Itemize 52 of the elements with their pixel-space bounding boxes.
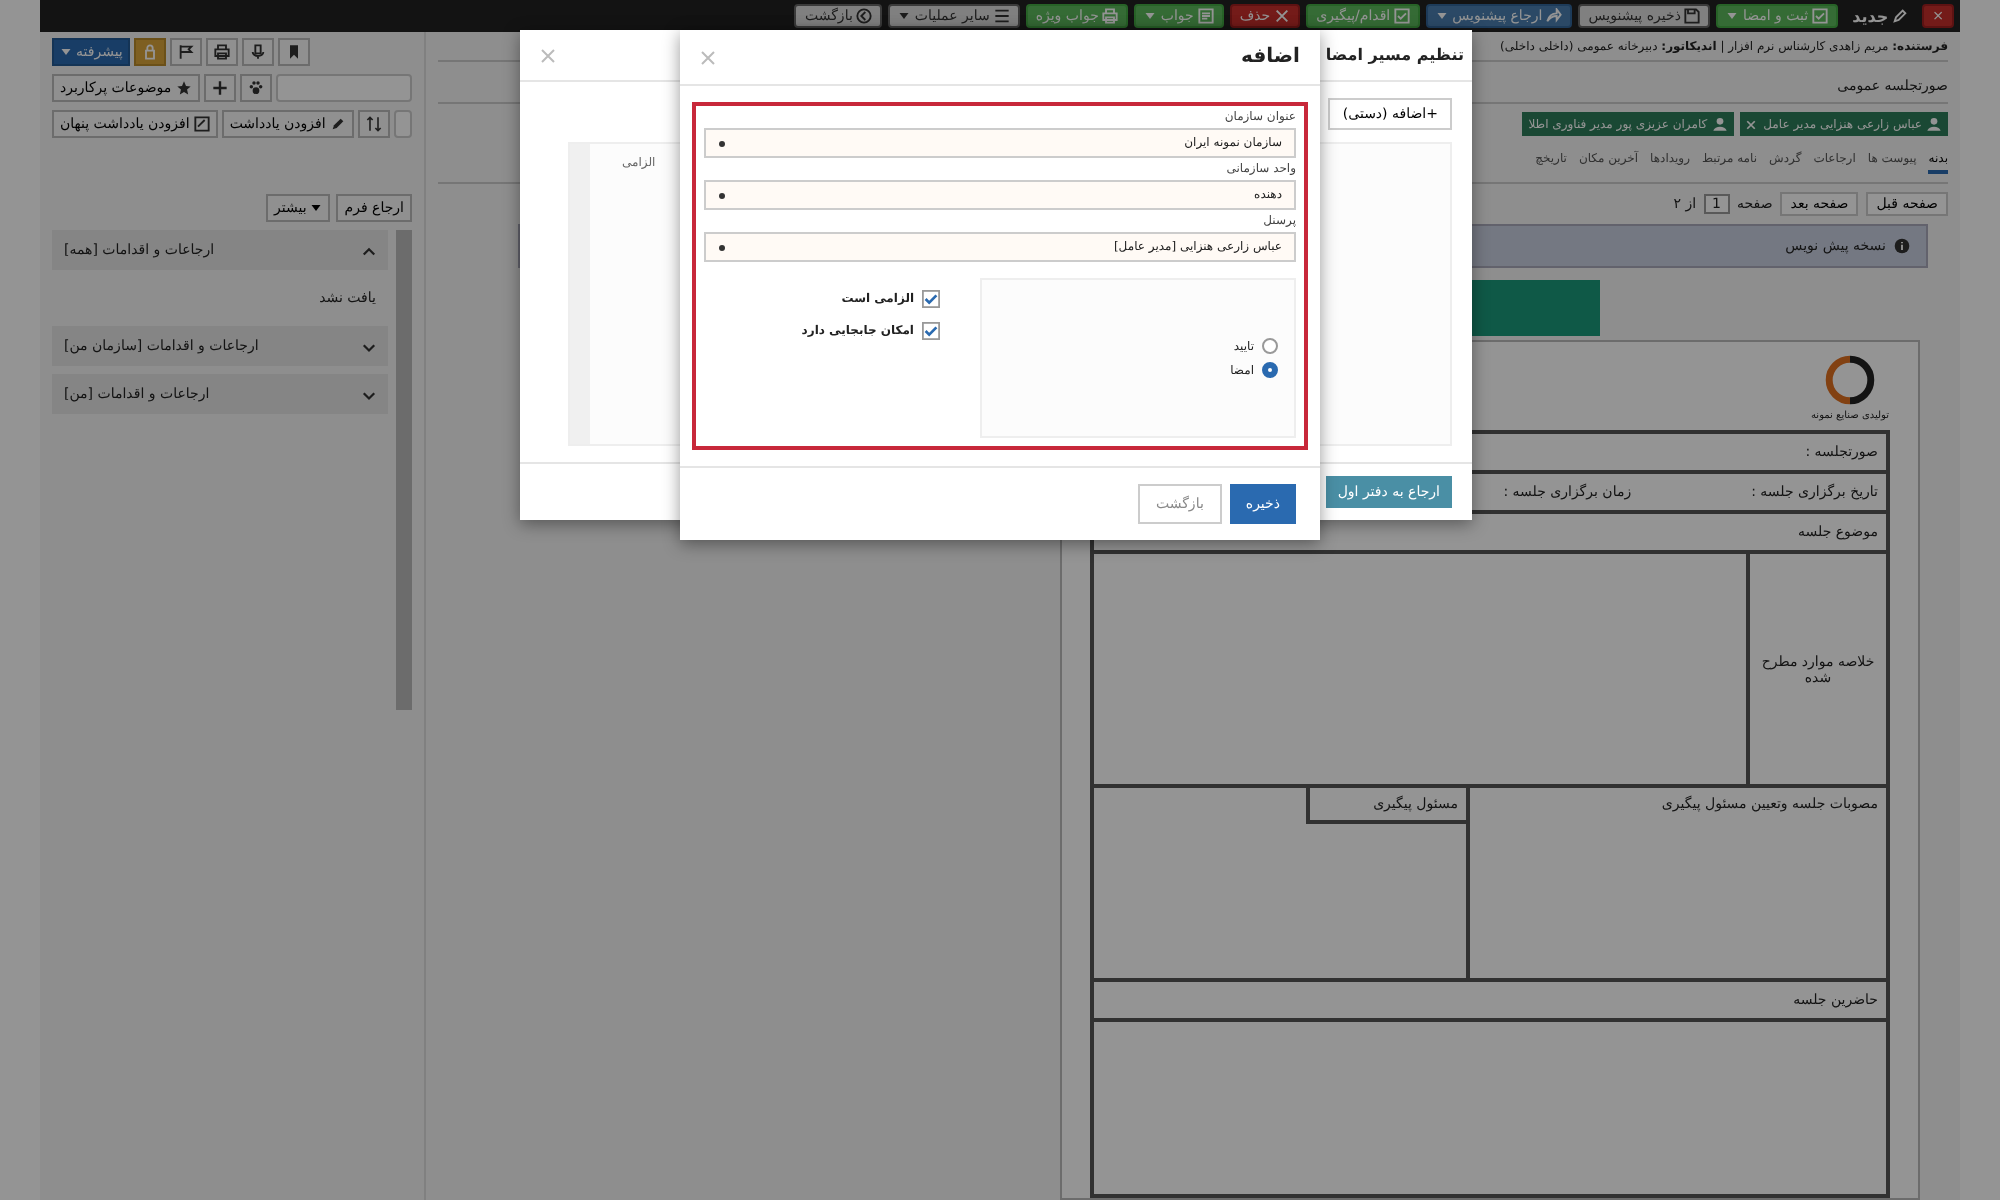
note-icon — [193, 116, 210, 132]
radio-button[interactable] — [1262, 338, 1278, 354]
back-icon — [856, 8, 873, 24]
chevron-icon — [362, 339, 376, 353]
checkbox[interactable] — [922, 290, 940, 308]
info-icon — [1894, 238, 1910, 254]
bookmark-icon — [286, 44, 303, 60]
dropdown-icon — [718, 243, 726, 251]
bookmark-button[interactable] — [278, 38, 311, 66]
caret-icon — [60, 46, 72, 58]
microphone-icon — [250, 44, 267, 60]
plus-button[interactable] — [203, 74, 236, 102]
pencil-icon — [329, 116, 346, 132]
search-field[interactable] — [275, 74, 412, 102]
radio-button[interactable] — [1262, 362, 1278, 378]
scrollbar[interactable] — [396, 230, 412, 710]
pencil-icon — [1892, 8, 1909, 24]
logo-icon — [1824, 354, 1876, 406]
chevron-icon — [362, 243, 376, 257]
remove-icon[interactable] — [1745, 119, 1756, 129]
checkbox[interactable] — [922, 322, 940, 340]
person-icon — [1711, 116, 1728, 132]
share-icon — [1546, 8, 1563, 24]
document-icon — [1197, 8, 1214, 24]
dialog-title: تنظیم مسیر امضا — [1325, 46, 1464, 64]
dropdown-icon — [718, 191, 726, 199]
checkbox-icon — [1394, 8, 1411, 24]
chevron-icon — [362, 387, 376, 401]
lock-button[interactable] — [134, 38, 167, 66]
plus-icon — [211, 80, 228, 96]
paw-button[interactable] — [239, 74, 272, 102]
person-icon — [1926, 116, 1942, 132]
menu-icon — [993, 8, 1010, 24]
note-field[interactable] — [393, 110, 412, 138]
close-icon — [1274, 8, 1291, 24]
dropdown-icon — [718, 139, 726, 147]
sort-button[interactable] — [357, 110, 390, 138]
save-icon — [1684, 8, 1701, 24]
sort-icon — [365, 116, 382, 132]
print-icon — [1102, 8, 1119, 24]
paw-icon — [247, 80, 264, 96]
caret-icon — [310, 202, 323, 214]
lock-icon — [142, 44, 159, 60]
print-button[interactable] — [206, 38, 239, 66]
print-icon — [214, 44, 231, 60]
checkbox-icon — [1812, 8, 1829, 24]
dialog-title: اضافه — [1241, 46, 1300, 68]
star-icon — [175, 80, 192, 96]
flag-button[interactable] — [170, 38, 203, 66]
flag-icon — [178, 44, 195, 60]
toolbar-button[interactable]: جدید — [1844, 4, 1917, 28]
microphone-button[interactable] — [242, 38, 275, 66]
